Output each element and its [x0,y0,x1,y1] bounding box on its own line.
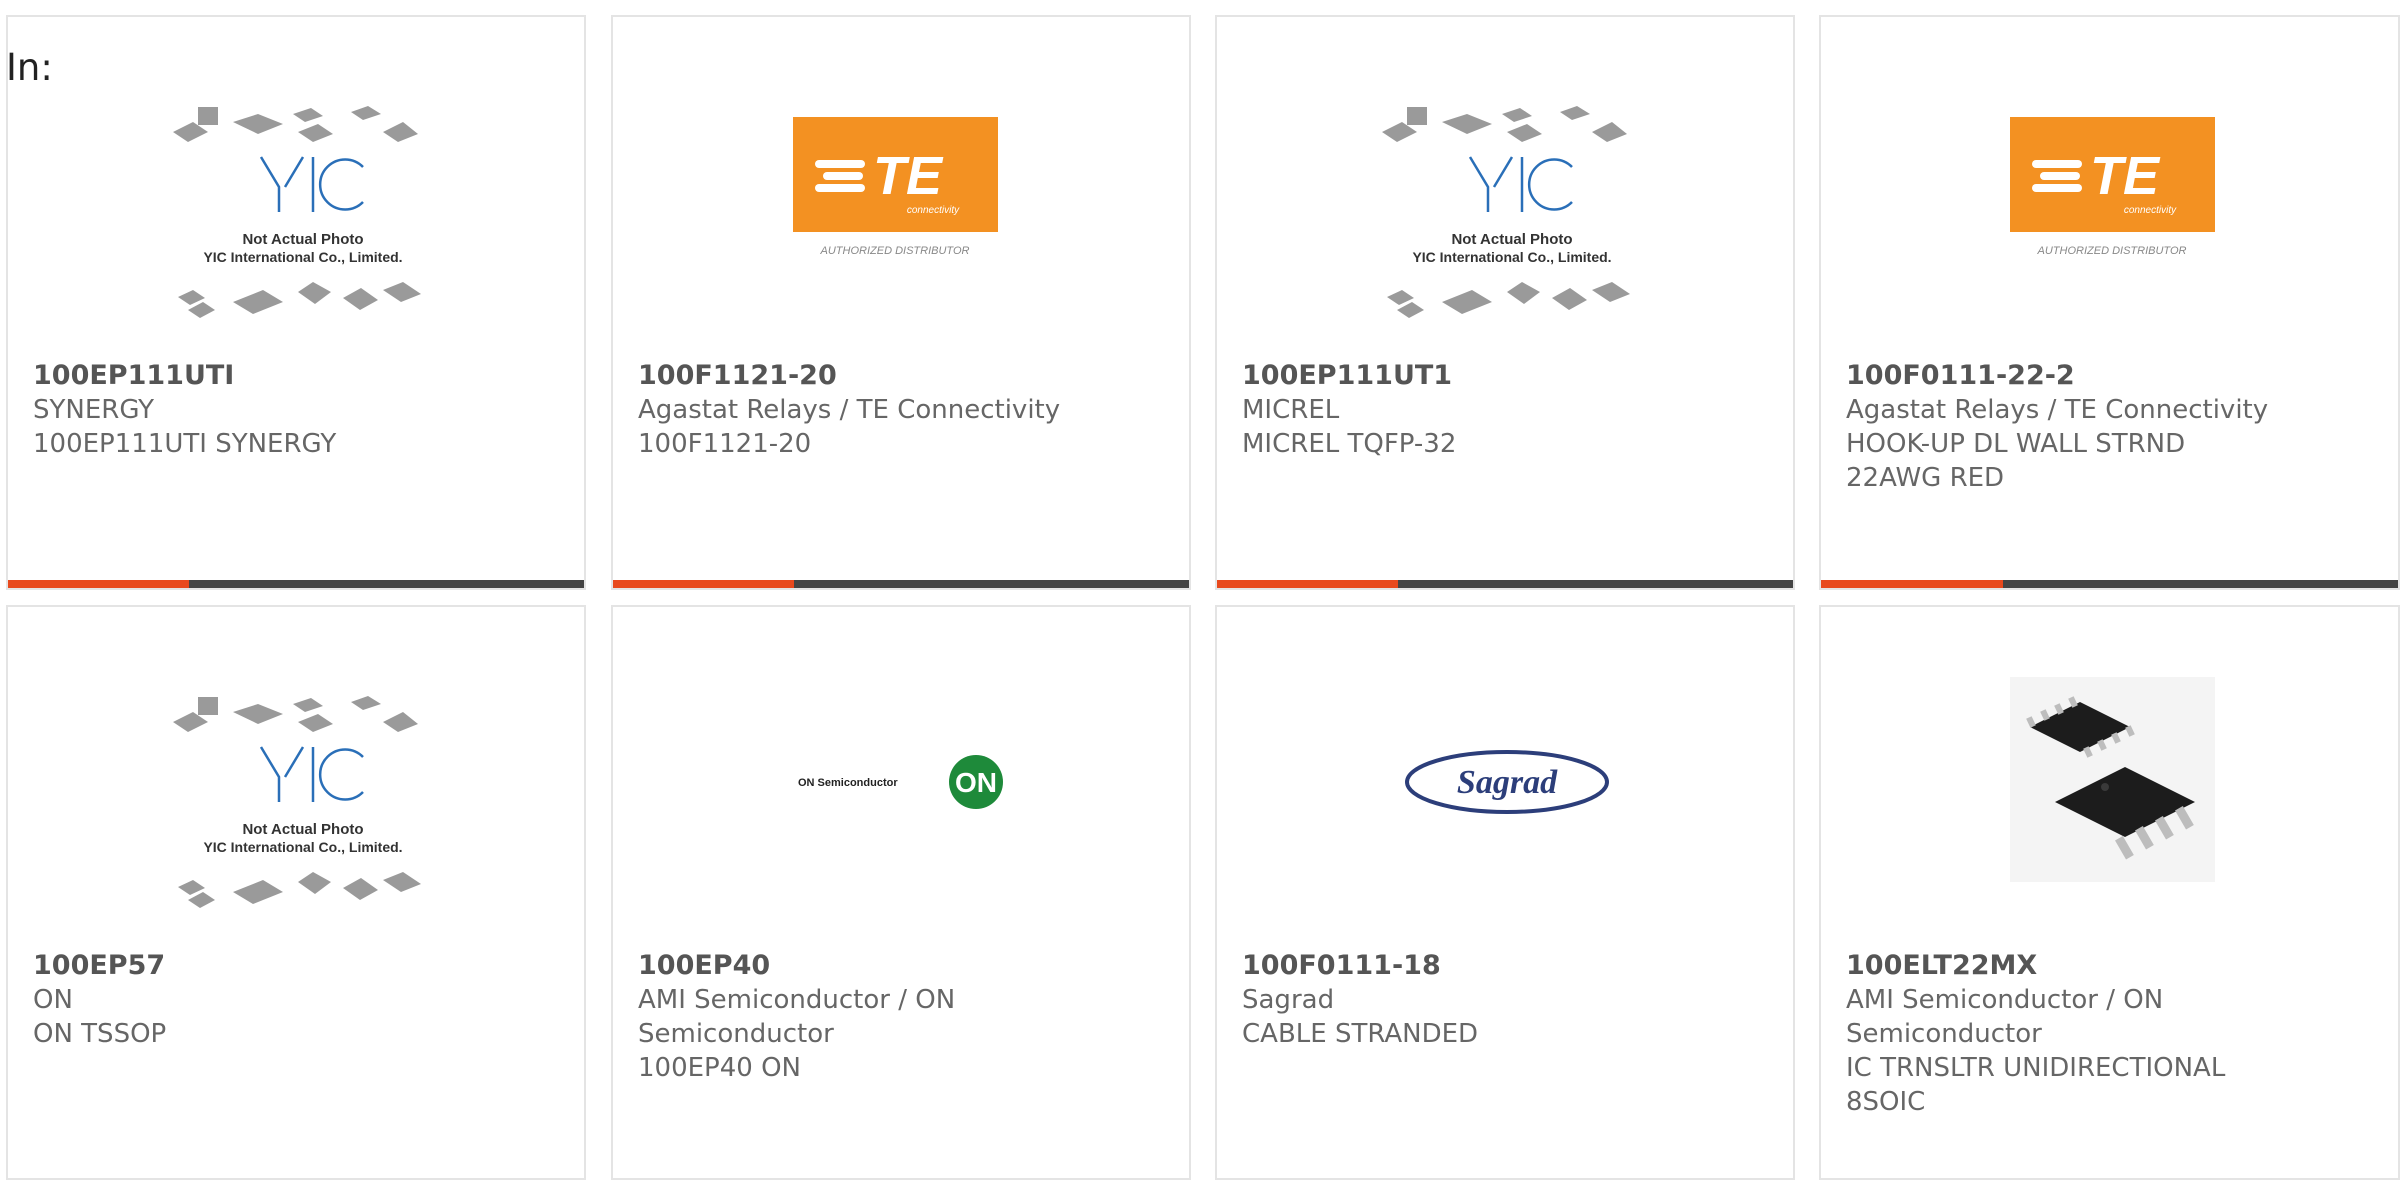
sagrad-logo-text: Sagrad [1457,764,1558,801]
product-card[interactable]: 100ELT22MX AMI Semiconductor / ON Semico… [1819,605,2400,1180]
part-number[interactable]: 100EP111UT1 [1242,359,1452,393]
description-line-2: 22AWG RED [1846,463,2005,493]
te-connectivity-logo: TE connectivity AUTHORIZED DISTRIBUTOR [2010,117,2215,257]
part-number[interactable]: 100F0111-18 [1242,949,1441,983]
card-bar [613,580,1189,588]
part-number[interactable]: 100EP111UTI [33,359,234,393]
manufacturer-line-2: Semiconductor [1846,1019,2042,1049]
manufacturer-line-2: Semiconductor [638,1019,834,1049]
manufacturer: Agastat Relays / TE Connectivity [1846,395,2269,425]
product-image-soic-chip[interactable] [2010,677,2215,882]
card-bar [1821,580,2398,588]
in-label: In: [6,46,53,89]
product-card[interactable]: Not Actual Photo YIC International Co., … [6,605,586,1180]
te-authorized-caption: AUTHORIZED DISTRIBUTOR [820,245,970,257]
product-image-te-logo[interactable]: TE connectivity AUTHORIZED DISTRIBUTOR [793,117,998,277]
image-caption-1: Not Actual Photo [242,231,363,248]
card-bar-accent [1821,580,2003,588]
manufacturer: AMI Semiconductor / ON [1846,985,2164,1015]
te-logo-text: TE [2090,146,2161,206]
description: 100EP40 ON [638,1053,801,1083]
te-authorized-caption: AUTHORIZED DISTRIBUTOR [2037,245,2187,257]
te-logo-text: TE [873,146,944,206]
manufacturer: MICREL [1242,395,1340,425]
image-caption-2: YIC International Co., Limited. [1412,249,1611,265]
on-semiconductor-logo: ON Semiconductor ON [798,755,1003,809]
soic-chip-image [2010,677,2215,882]
product-image-sagrad-logo[interactable]: Sagrad [1402,737,1612,827]
description: HOOK-UP DL WALL STRND [1846,429,2186,459]
card-bar [1217,580,1793,588]
product-card[interactable]: Not Actual Photo YIC International Co., … [1215,15,1795,590]
product-card[interactable]: ON Semiconductor ON 100EP40 AMI Semicond… [611,605,1191,1180]
description: ON TSSOP [33,1019,167,1049]
product-image-te-logo[interactable]: TE connectivity AUTHORIZED DISTRIBUTOR [2010,117,2215,277]
yic-placeholder-image: Not Actual Photo YIC International Co., … [173,106,421,318]
yic-placeholder-image: Not Actual Photo YIC International Co., … [1382,106,1630,318]
product-card[interactable]: Not Actual Photo YIC International Co., … [6,15,586,590]
card-bar-accent [613,580,795,588]
part-number[interactable]: 100EP57 [33,949,165,983]
manufacturer: Agastat Relays / TE Connectivity [638,395,1061,425]
image-caption-2: YIC International Co., Limited. [203,249,402,265]
manufacturer: AMI Semiconductor / ON [638,985,956,1015]
part-number[interactable]: 100EP40 [638,949,770,983]
description: IC TRNSLTR UNIDIRECTIONAL [1846,1053,2226,1083]
te-logo-sub: connectivity [907,205,960,216]
product-card[interactable]: TE connectivity AUTHORIZED DISTRIBUTOR 1… [611,15,1191,590]
product-image-on-logo[interactable]: ON Semiconductor ON [798,747,1008,817]
description: 100F1121-20 [638,429,812,459]
card-bar-accent [8,580,190,588]
image-caption-2: YIC International Co., Limited. [203,839,402,855]
manufacturer: Sagrad [1242,985,1335,1015]
card-bar [8,580,584,588]
sagrad-logo: Sagrad [1405,750,1609,814]
on-logo-text: ON Semiconductor [798,777,898,789]
description-line-2: 8SOIC [1846,1087,1926,1117]
description: CABLE STRANDED [1242,1019,1479,1049]
description: 100EP111UTI SYNERGY [33,429,337,459]
manufacturer: SYNERGY [33,395,155,425]
part-number[interactable]: 100F1121-20 [638,359,837,393]
product-image-yic-placeholder[interactable]: Not Actual Photo YIC International Co., … [163,692,443,932]
part-number[interactable]: 100F0111-22-2 [1846,359,2075,393]
yic-placeholder-image: Not Actual Photo YIC International Co., … [173,696,421,908]
manufacturer: ON [33,985,73,1015]
te-logo-sub: connectivity [2124,205,2177,216]
on-logo-badge: ON [955,767,997,798]
product-image-yic-placeholder[interactable]: Not Actual Photo YIC International Co., … [1372,102,1652,342]
te-connectivity-logo: TE connectivity AUTHORIZED DISTRIBUTOR [793,117,998,257]
product-card[interactable]: Sagrad 100F0111-18 Sagrad CABLE STRANDED [1215,605,1795,1180]
product-card[interactable]: TE connectivity AUTHORIZED DISTRIBUTOR 1… [1819,15,2400,590]
description: MICREL TQFP-32 [1242,429,1457,459]
image-caption-1: Not Actual Photo [242,821,363,838]
product-image-yic-placeholder[interactable]: Not Actual Photo YIC International Co., … [163,102,443,342]
image-caption-1: Not Actual Photo [1451,231,1572,248]
part-number[interactable]: 100ELT22MX [1846,949,2037,983]
card-bar-accent [1217,580,1399,588]
